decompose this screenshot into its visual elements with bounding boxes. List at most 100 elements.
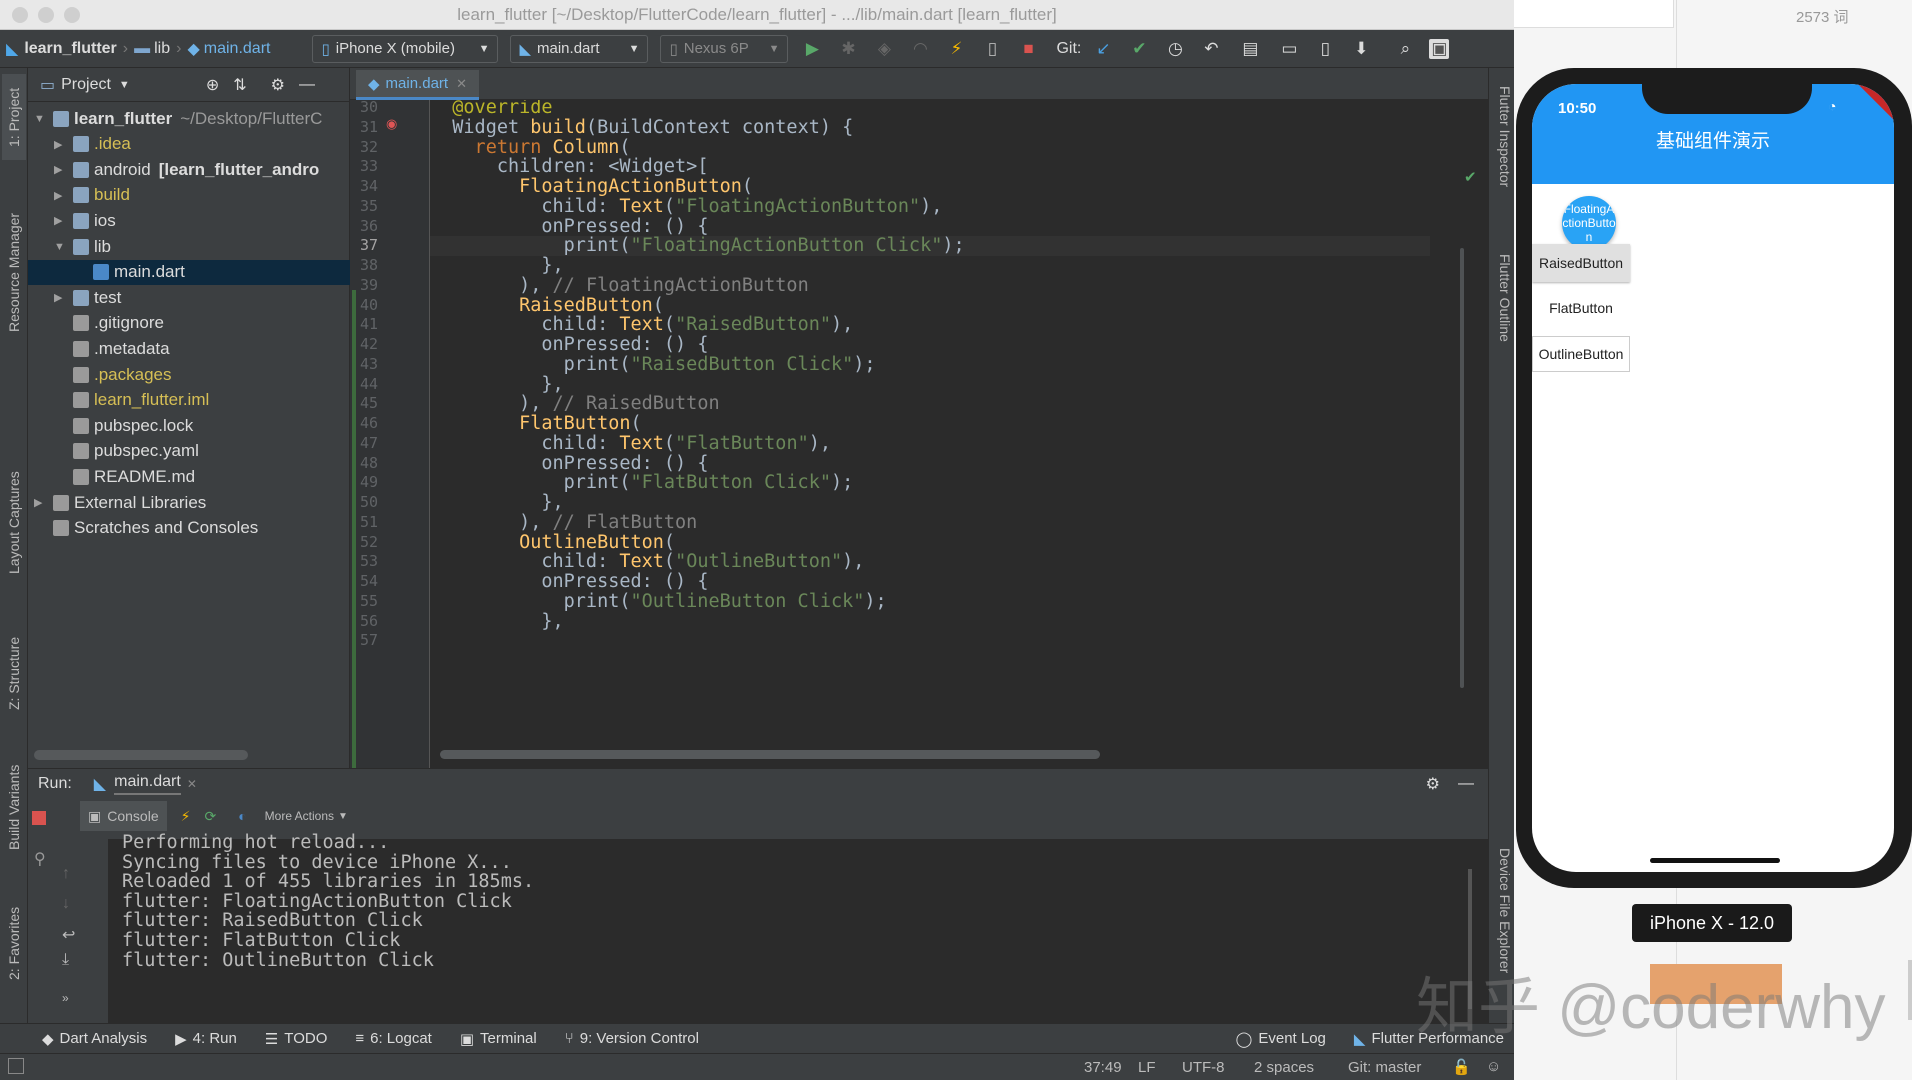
code-line[interactable]: FlatButton( — [430, 414, 1430, 434]
tree-item[interactable]: README.md — [28, 464, 350, 489]
code-line[interactable]: onPressed: () { — [430, 335, 1430, 355]
tool-todo[interactable]: ☰ TODO — [265, 1030, 328, 1048]
inspector-icon[interactable]: ☺ — [1486, 1058, 1501, 1075]
raised-button[interactable]: RaisedButton — [1532, 244, 1630, 282]
tree-item[interactable]: main.dart — [28, 259, 350, 285]
tab-flutter-outline[interactable]: Flutter Outline — [1491, 254, 1513, 384]
tree-item[interactable]: ▶ test — [28, 285, 350, 310]
chevron-right-icon[interactable]: ▶ — [54, 138, 68, 151]
hot-reload-icon[interactable]: ⚡ — [944, 37, 968, 61]
code-line[interactable]: OutlineButton( — [430, 532, 1430, 553]
tool-event-log[interactable]: ◯ Event Log — [1236, 1030, 1326, 1048]
tree-item[interactable]: Scratches and Consoles — [28, 516, 350, 541]
profile-icon[interactable]: ◠ — [908, 37, 932, 61]
floating-action-button[interactable]: FloatingActionButton — [1562, 196, 1616, 250]
code-line[interactable]: }, — [430, 374, 1430, 395]
code-line[interactable]: onPressed: () { — [430, 216, 1430, 237]
console-tab[interactable]: ▣ Console — [80, 801, 167, 831]
code-line[interactable]: print("FlatButton Click"); — [430, 473, 1430, 493]
hot-reload-icon[interactable]: ⚡ — [181, 808, 191, 825]
gear-icon[interactable]: ⚙ — [271, 75, 285, 95]
zoom-window-button[interactable] — [64, 7, 80, 23]
chevron-right-icon[interactable]: ▶ — [54, 291, 68, 304]
more-icon[interactable]: » — [62, 991, 69, 1005]
user-avatar-icon[interactable]: ▣ — [1429, 38, 1450, 59]
code-line[interactable]: FloatingActionButton( — [430, 177, 1430, 197]
tree-item[interactable]: ▶ build — [28, 183, 350, 208]
search-icon[interactable]: ⌕ — [1393, 37, 1417, 61]
tree-item[interactable]: pubspec.yaml — [28, 439, 350, 464]
tree-item[interactable]: learn_flutter.iml — [28, 388, 350, 413]
tree-item[interactable]: ▼ learn_flutter ~/Desktop/FlutterC — [28, 106, 350, 131]
git-branch[interactable]: Git: master — [1348, 1059, 1421, 1076]
tree-item[interactable]: .gitignore — [28, 311, 350, 336]
run-tab-main-dart[interactable]: main.dart — [114, 773, 181, 795]
scroll-up-icon[interactable]: ↑ — [62, 865, 70, 883]
stop-icon[interactable] — [32, 811, 46, 825]
code-line[interactable]: ), // FloatingActionButton — [430, 275, 1430, 296]
device-selector[interactable]: ▯ iPhone X (mobile) ▼ — [312, 34, 499, 63]
code-line[interactable]: child: Text("RaisedButton"), — [430, 315, 1430, 335]
code-line[interactable] — [430, 631, 1430, 651]
minimize-window-button[interactable] — [38, 7, 54, 23]
code-line[interactable]: @override — [430, 100, 1430, 118]
close-window-button[interactable] — [12, 7, 28, 23]
code-line[interactable]: }, — [430, 256, 1430, 276]
tab-layout-captures[interactable]: Layout Captures — [2, 458, 26, 588]
chevron-right-icon[interactable]: ▶ — [54, 163, 68, 176]
code-line[interactable]: onPressed: () { — [430, 572, 1430, 592]
code-line[interactable]: children: <Widget>[ — [430, 157, 1430, 177]
scroll-down-icon[interactable]: ↓ — [62, 895, 70, 913]
console-output[interactable]: Performing hot reload... Syncing files to… — [108, 833, 1488, 1024]
devtools-icon[interactable]: ◐ — [238, 808, 246, 824]
code-line[interactable]: ), // RaisedButton — [430, 394, 1430, 414]
breadcrumb-file[interactable]: main.dart — [204, 40, 271, 58]
code-line[interactable]: print("FloatingActionButton Click"); — [430, 236, 1430, 256]
tree-item[interactable]: ▼ lib — [28, 234, 350, 259]
hide-panel-icon[interactable]: — — [299, 76, 315, 94]
tool-terminal[interactable]: ▣ Terminal — [460, 1030, 537, 1048]
toggle-tool-windows-icon[interactable] — [8, 1058, 24, 1074]
project-view-selector[interactable]: Project — [61, 76, 111, 94]
tool-dart-analysis[interactable]: ◆ Dart Analysis — [42, 1030, 147, 1048]
tab-resource-manager[interactable]: Resource Manager — [2, 192, 26, 352]
soft-wrap-icon[interactable]: ↩ — [62, 925, 75, 945]
tree-item[interactable]: .metadata — [28, 336, 350, 361]
tool-version-control[interactable]: ⑂ 9: Version Control — [565, 1030, 699, 1047]
gear-icon[interactable]: ⚙ — [1426, 774, 1440, 794]
close-tab-icon[interactable]: ✕ — [187, 777, 197, 791]
run-config-selector[interactable]: ◣ main.dart ▼ — [510, 34, 649, 63]
chevron-right-icon[interactable]: ▶ — [54, 214, 68, 227]
code-line[interactable]: child: Text("FloatingActionButton"), — [430, 196, 1430, 217]
editor-horizontal-scrollbar[interactable] — [440, 750, 1100, 759]
locate-icon[interactable]: ⊕ — [206, 75, 219, 95]
project-structure-icon[interactable]: ▤ — [1235, 37, 1265, 61]
tool-logcat[interactable]: ≡ 6: Logcat — [355, 1030, 431, 1047]
code-line[interactable]: }, — [430, 493, 1430, 513]
scroll-to-end-icon[interactable]: ⤓ — [62, 951, 69, 969]
indent-setting[interactable]: 2 spaces — [1254, 1059, 1314, 1076]
code-line[interactable]: print("OutlineButton Click"); — [430, 591, 1430, 612]
history-icon[interactable]: ◷ — [1163, 37, 1187, 61]
pin-icon[interactable]: ⚲ — [34, 849, 46, 869]
horizontal-scrollbar[interactable] — [34, 750, 248, 760]
run-icon[interactable]: ▶ — [800, 37, 824, 61]
tab-project[interactable]: 1: Project — [2, 74, 26, 160]
breadcrumb-lib[interactable]: lib — [154, 40, 170, 58]
lock-icon[interactable]: 🔓 — [1452, 1058, 1471, 1076]
layout-icon[interactable]: ▭ — [1277, 37, 1301, 61]
outline-button[interactable]: OutlineButton — [1532, 336, 1630, 372]
code-area[interactable]: @override Widget build(BuildContext cont… — [430, 100, 1430, 768]
editor-tab-main-dart[interactable]: ◆ main.dart ✕ — [356, 70, 479, 100]
git-commit-icon[interactable]: ✔ — [1127, 37, 1151, 61]
tree-item[interactable]: pubspec.lock — [28, 413, 350, 438]
tab-build-variants[interactable]: Build Variants — [2, 752, 26, 862]
chevron-down-icon[interactable]: ▼ — [54, 241, 68, 253]
sdk-manager-icon[interactable]: ⬇ — [1349, 37, 1373, 61]
code-line[interactable]: print("RaisedButton Click"); — [430, 354, 1430, 375]
avd-selector[interactable]: ▯ Nexus 6P ▼ — [660, 34, 789, 63]
hot-restart-icon[interactable]: ⟳ — [204, 808, 216, 825]
stop-icon[interactable]: ■ — [1016, 37, 1040, 61]
override-marker-icon[interactable]: ◉ — [386, 116, 397, 132]
tree-item[interactable]: .packages — [28, 362, 350, 387]
